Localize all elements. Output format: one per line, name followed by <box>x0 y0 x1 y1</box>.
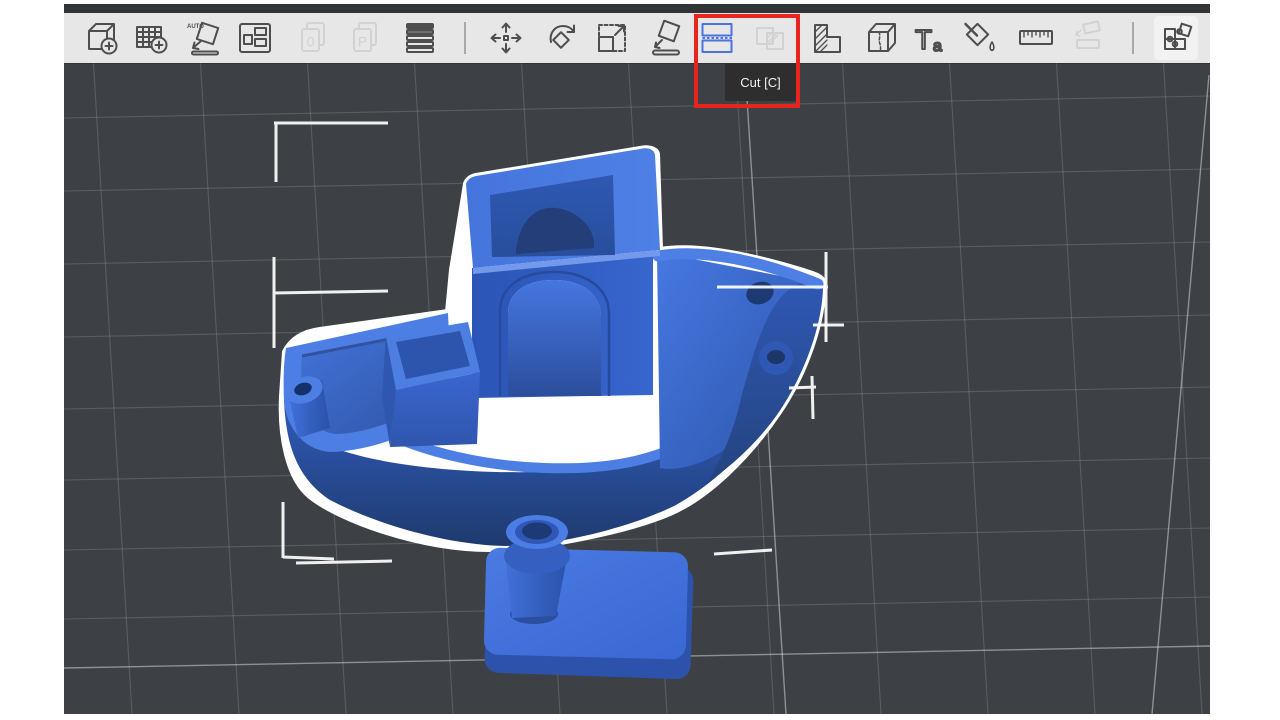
text-shape-button[interactable]: T a <box>907 16 951 60</box>
support-paint-button[interactable] <box>805 16 849 60</box>
split-view-puzzle-button[interactable] <box>1154 16 1198 60</box>
assembly-button[interactable] <box>1065 16 1109 60</box>
cargo-box <box>382 322 480 447</box>
toolbar: AUTO 0 P <box>64 13 1210 63</box>
benchy-model[interactable] <box>282 148 823 549</box>
hawse-hole <box>767 350 785 364</box>
text-tool-T: T <box>915 24 932 55</box>
seam-paint-button[interactable] <box>860 16 904 60</box>
text-tool-a: a <box>933 38 942 55</box>
auto-orient-button[interactable]: AUTO <box>182 16 226 60</box>
toolbar-separator <box>464 22 466 54</box>
split-to-parts-button[interactable]: P <box>345 16 389 60</box>
scene-canvas[interactable] <box>64 4 1210 714</box>
scale-button[interactable] <box>590 16 634 60</box>
arrange-button[interactable] <box>233 16 277 60</box>
variable-layer-height-button[interactable] <box>398 16 442 60</box>
color-paint-button[interactable] <box>959 16 1003 60</box>
split-objects-label: 0 <box>307 34 315 50</box>
split-to-objects-button[interactable]: 0 <box>293 16 337 60</box>
add-plate-button[interactable] <box>129 16 173 60</box>
cabin-doorway-interior <box>508 280 601 396</box>
cut-button[interactable] <box>695 16 739 60</box>
add-object-button[interactable] <box>80 16 124 60</box>
viewport-top-strip <box>64 4 1210 13</box>
measure-button[interactable] <box>1014 16 1058 60</box>
move-button[interactable] <box>484 16 528 60</box>
lay-on-face-button[interactable] <box>643 16 687 60</box>
cut-tooltip: Cut [C] <box>725 63 796 101</box>
rotate-button[interactable] <box>539 16 583 60</box>
cut-tooltip-text: Cut [C] <box>740 75 780 90</box>
split-parts-label: P <box>358 34 367 50</box>
toolbar-separator <box>1132 22 1134 54</box>
viewport-3d[interactable]: AUTO 0 P <box>64 4 1210 714</box>
mesh-boolean-button[interactable] <box>748 16 792 60</box>
